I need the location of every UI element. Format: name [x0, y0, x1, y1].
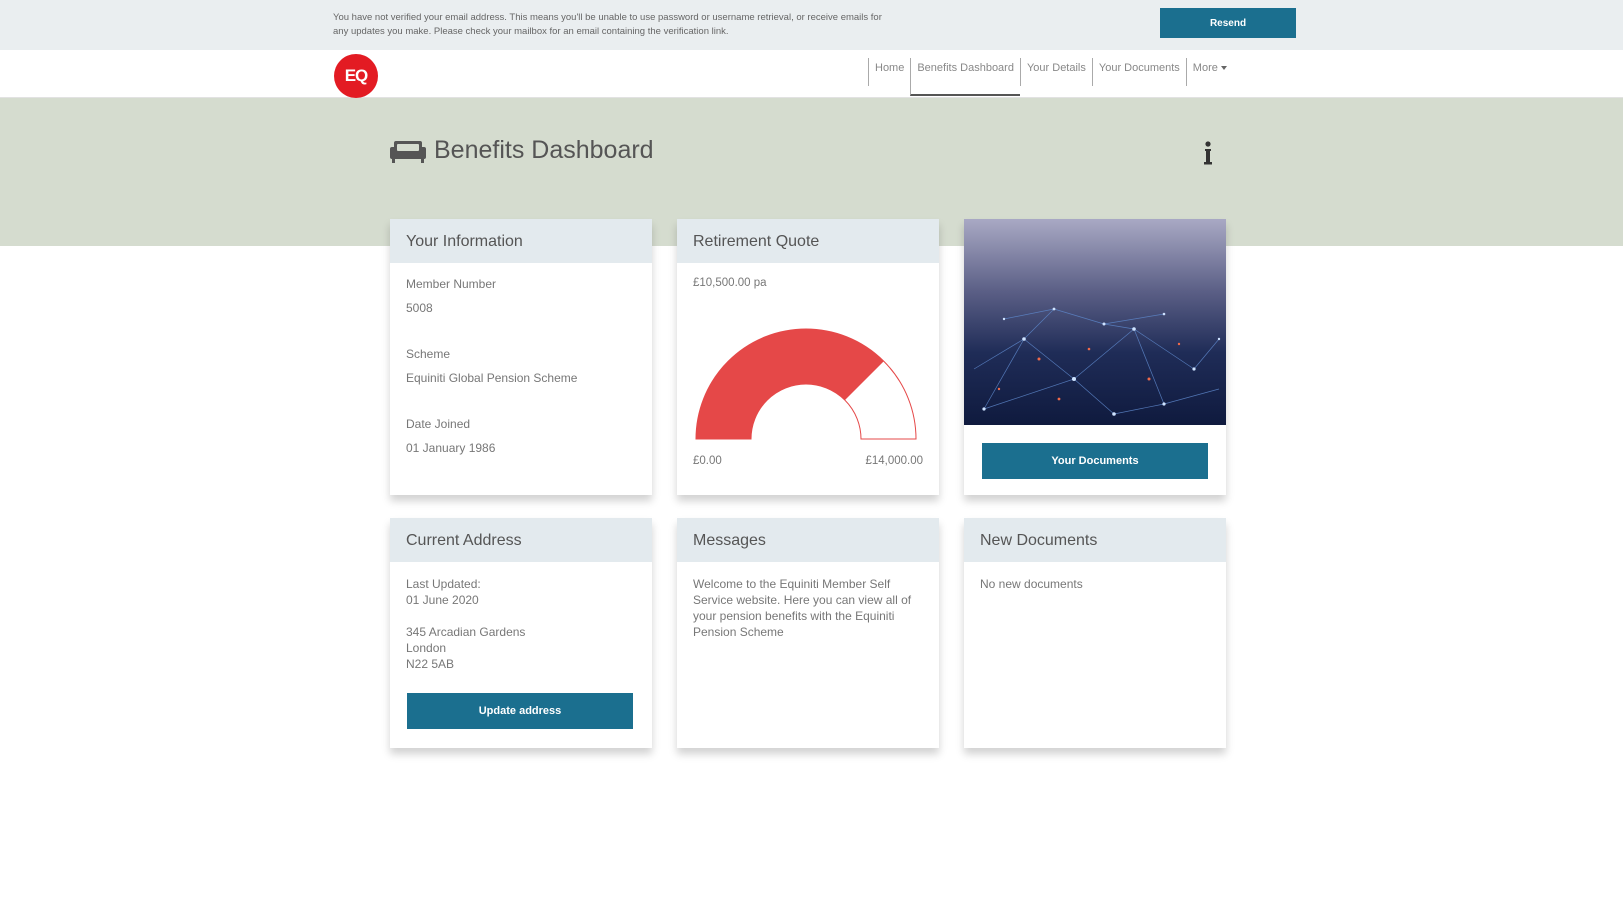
sofa-icon: [390, 140, 426, 163]
address-line-2: London: [406, 641, 447, 655]
gauge-fill: [696, 329, 884, 439]
address-line-1: 345 Arcadian Gardens: [406, 625, 526, 639]
nav-your-documents[interactable]: Your Documents: [1091, 58, 1186, 86]
current-address-card: Current Address Last Updated: 01 June 20…: [390, 518, 652, 748]
page-title-text: Benefits Dashboard: [434, 136, 654, 164]
messages-card: Messages Welcome to the Equiniti Member …: [677, 518, 939, 748]
main-nav: Home Benefits Dashboard Your Details You…: [868, 58, 1233, 98]
chevron-down-icon: [1220, 66, 1227, 70]
no-new-documents-text: No new documents: [980, 577, 1083, 591]
nav-more-label: More: [1192, 62, 1218, 74]
retirement-quote-gauge: [695, 328, 917, 440]
nav-home[interactable]: Home: [868, 58, 910, 86]
member-number-value: 5008: [406, 301, 433, 315]
your-documents-button[interactable]: Your Documents: [982, 443, 1208, 479]
gauge-max-label: £14,000.00: [865, 455, 923, 467]
date-joined-value: 01 January 1986: [406, 441, 496, 455]
info-icon[interactable]: [1201, 140, 1215, 166]
update-address-button[interactable]: Update address: [407, 693, 633, 729]
address-line-3: N22 5AB: [406, 657, 455, 671]
documents-image-card: Your Documents: [964, 219, 1226, 495]
member-number-label: Member Number: [406, 277, 497, 291]
resend-verification-button[interactable]: Resend: [1160, 8, 1296, 38]
verification-notice-text: You have not verified your email address…: [333, 12, 882, 37]
nav-benefits-dashboard[interactable]: Benefits Dashboard: [910, 58, 1020, 96]
new-documents-title: New Documents: [964, 518, 1226, 562]
top-navbar: EQ Home Benefits Dashboard Your Details …: [0, 50, 1623, 98]
messages-title: Messages: [677, 518, 939, 562]
scheme-value: Equiniti Global Pension Scheme: [406, 371, 578, 385]
retirement-quote-card: Retirement Quote £10,500.00 pa £0.00 £14…: [677, 219, 939, 495]
address-last-updated-value: 01 June 2020: [406, 593, 479, 607]
date-joined-label: Date Joined: [406, 417, 471, 431]
gauge-min-label: £0.00: [693, 455, 722, 467]
your-information-title: Your Information: [390, 219, 652, 263]
verification-notice-bar: You have not verified your email address…: [0, 0, 1623, 50]
scheme-label: Scheme: [406, 347, 451, 361]
network-banner-image: [964, 219, 1226, 425]
new-documents-card: New Documents No new documents: [964, 518, 1226, 748]
nav-your-details[interactable]: Your Details: [1019, 58, 1092, 86]
page-title: Benefits Dashboard: [390, 136, 654, 165]
address-last-updated-label: Last Updated:: [406, 577, 481, 591]
your-information-card: Your Information Member Number 5008 Sche…: [390, 219, 652, 495]
retirement-quote-amount: £10,500.00 pa: [693, 277, 767, 289]
equiniti-logo[interactable]: EQ: [334, 54, 378, 98]
welcome-message-text: Welcome to the Equiniti Member Self Serv…: [693, 577, 912, 639]
current-address-title: Current Address: [390, 518, 652, 562]
retirement-quote-title: Retirement Quote: [677, 219, 939, 263]
nav-more[interactable]: More: [1185, 58, 1233, 86]
